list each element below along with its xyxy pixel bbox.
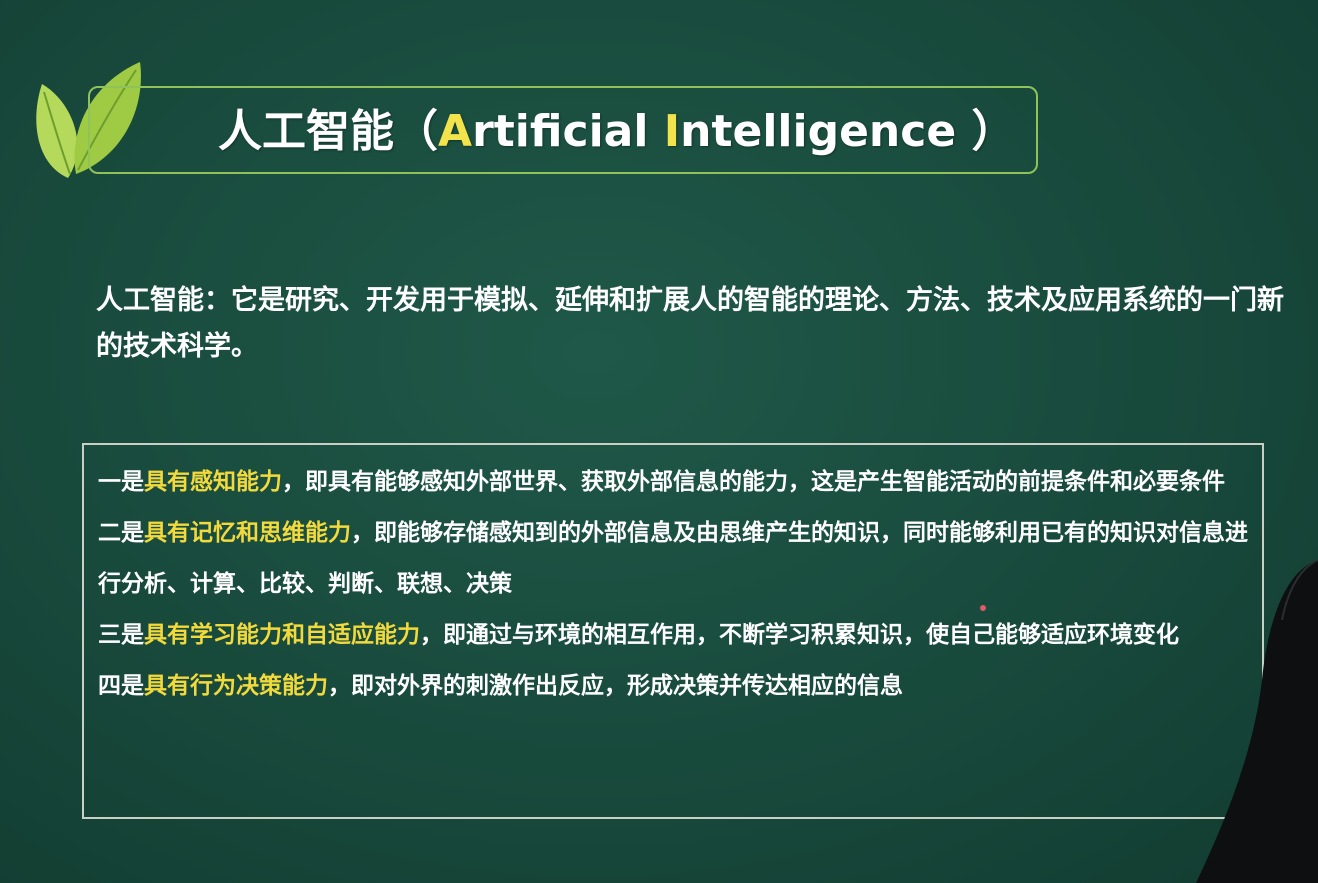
capability-highlight: 具有感知能力 [144,469,282,495]
capability-description: ，即通过与环境的相互作用，不断学习积累知识，使自己能够适应环境变化 [420,622,1179,648]
capability-prefix: 一是 [98,469,144,495]
title-rtificial: rtificial [472,106,649,157]
capability-prefix: 二是 [98,520,144,546]
title-space [648,106,663,157]
capability-highlight: 具有行为决策能力 [144,673,328,699]
title-ntelligence: ntelligence [680,106,957,157]
capability-highlight: 具有学习能力和自适应能力 [144,622,420,648]
laser-pointer-dot [980,605,986,611]
capability-item-1: 一是具有感知能力，即具有能够感知外部世界、获取外部信息的能力，这是产生智能活动的… [98,457,1248,508]
slide-title: 人工智能（Artificial Intelligence ） [218,100,1016,164]
ai-definition: 人工智能：它是研究、开发用于模拟、延伸和扩展人的智能的理论、方法、技术及应用系统… [96,285,1284,362]
title-letter-a: A [438,106,473,157]
capability-prefix: 四是 [98,673,144,699]
title-close-paren: ） [956,106,1016,157]
capability-highlight: 具有记忆和思维能力 [144,520,351,546]
capability-description: ，即具有能够感知外部世界、获取外部信息的能力，这是产生智能活动的前提条件和必要条… [282,469,1225,495]
title-cn: 人工智能 [218,106,394,157]
title-open-paren: （ [394,106,438,157]
capability-item-3: 三是具有学习能力和自适应能力，即通过与环境的相互作用，不断学习积累知识，使自己能… [98,610,1248,661]
capability-prefix: 三是 [98,622,144,648]
presenter-silhouette [1196,560,1318,883]
capability-description: ，即对外界的刺激作出反应，形成决策并传达相应的信息 [328,673,903,699]
title-letter-i: I [663,106,681,157]
capability-item-4: 四是具有行为决策能力，即对外界的刺激作出反应，形成决策并传达相应的信息 [98,661,1248,712]
capabilities-list: 一是具有感知能力，即具有能够感知外部世界、获取外部信息的能力，这是产生智能活动的… [98,457,1248,712]
capability-item-2: 二是具有记忆和思维能力，即能够存储感知到的外部信息及由思维产生的知识，同时能够利… [98,508,1248,610]
